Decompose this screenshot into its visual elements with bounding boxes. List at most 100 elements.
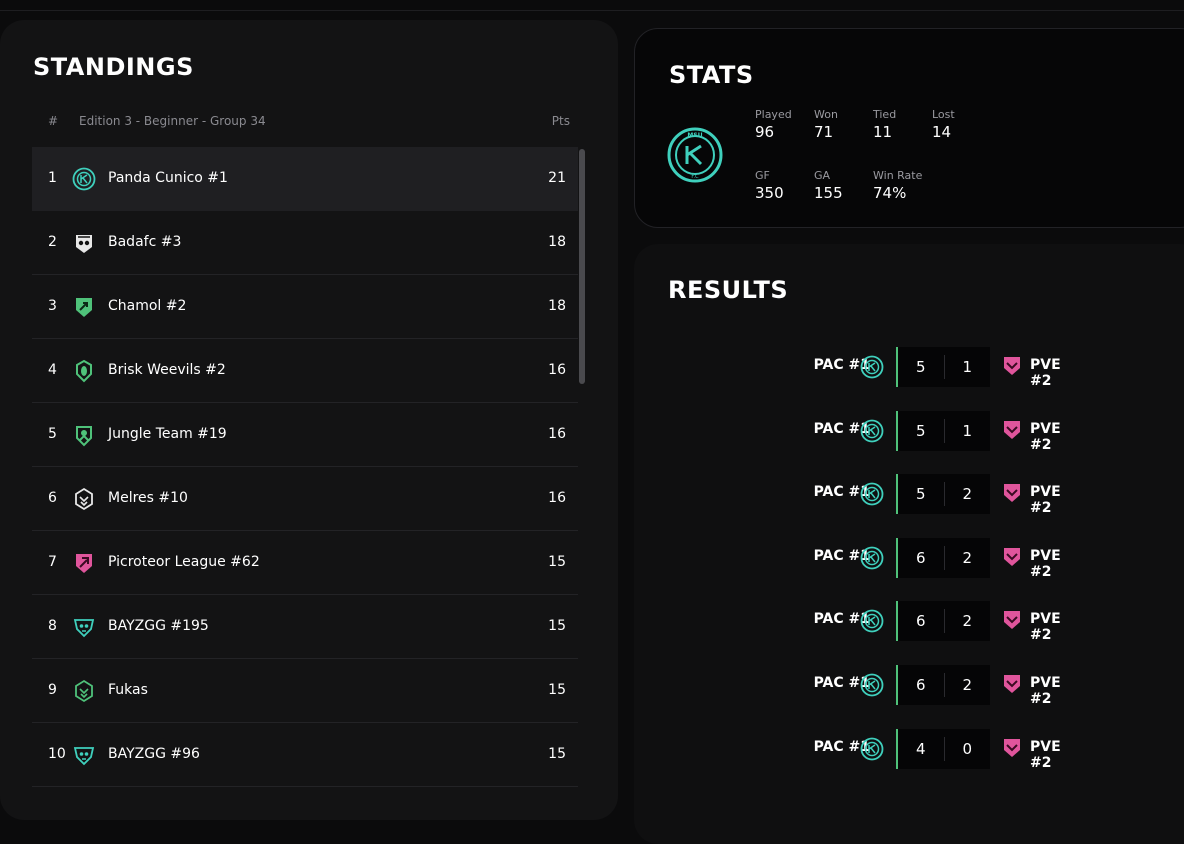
away-score: 1 [962, 421, 973, 440]
standings-row[interactable]: 3 Chamol #2 18 [32, 275, 578, 339]
header-position: # [48, 114, 59, 128]
top-divider [0, 10, 1184, 11]
home-score: 6 [915, 676, 926, 694]
away-score: 0 [962, 739, 973, 758]
team-points: 21 [548, 170, 566, 186]
stats-title: STATS [669, 61, 754, 89]
away-score: 2 [962, 612, 973, 631]
standings-row[interactable]: 5 Jungle Team #19 16 [32, 403, 578, 467]
match-result[interactable]: PAC #1 5 1 PVE #2 [764, 410, 1084, 453]
standings-panel: STANDINGS # Edition 3 - Beginner - Group… [0, 20, 618, 820]
team-points: 15 [548, 746, 566, 762]
team-name: Chamol #2 [108, 298, 187, 314]
team-name: Fukas [108, 682, 148, 698]
away-team: PVE #2 [1030, 675, 1061, 707]
green-hex-crest-icon [72, 679, 96, 703]
team-name: Picroteor League #62 [108, 554, 260, 570]
header-group: Edition 3 - Beginner - Group 34 [79, 114, 266, 128]
away-crest-icon [1002, 737, 1022, 759]
score-box: 51 [896, 410, 990, 451]
score-box: 40 [896, 728, 990, 769]
white-hex-crest-icon [72, 487, 96, 511]
stat-won: Won 71 [814, 108, 838, 141]
team-name: BAYZGG #96 [108, 746, 200, 762]
home-score: 4 [915, 739, 926, 758]
home-crest-icon [860, 482, 884, 506]
teal-skull-crest-icon [72, 615, 96, 639]
row-position: 7 [48, 554, 57, 570]
match-result[interactable]: PAC #1 4 0 PVE #2 [764, 728, 1084, 771]
row-position: 4 [48, 362, 57, 378]
panda-crest-icon [72, 231, 96, 255]
results-panel: RESULTS PAC #1 5 1 PVE #2 PAC #1 5 1 PVE #2 PAC … [634, 244, 1184, 844]
team-name: Jungle Team #19 [108, 426, 227, 442]
match-result[interactable]: PAC #1 6 2 PVE #2 [764, 665, 1084, 707]
stat-gf: GF 350 [755, 169, 784, 202]
away-score: 1 [962, 358, 973, 376]
team-name: Brisk Weevils #2 [108, 362, 226, 378]
green-badge-crest-icon [72, 359, 96, 383]
home-crest-icon [860, 673, 884, 697]
match-result[interactable]: PAC #1 6 2 PVE #2 [764, 537, 1084, 580]
standings-title: STANDINGS [33, 53, 194, 81]
match-result[interactable]: PAC #1 6 2 PVE #2 [764, 601, 1084, 643]
green-jungle-crest-icon [72, 423, 96, 447]
standings-row[interactable]: 6 Melres #10 16 [32, 467, 578, 531]
away-team: PVE #2 [1030, 357, 1061, 389]
match-result[interactable]: PAC #1 5 1 PVE #2 [764, 347, 1084, 389]
row-position: 6 [48, 490, 57, 506]
away-score: 2 [962, 676, 973, 694]
svg-text:F.C: F.C [691, 174, 699, 180]
standings-row[interactable]: 2 Badafc #3 18 [32, 211, 578, 275]
team-points: 18 [548, 298, 566, 314]
stats-panel: STATS MSU F.C Played 96 Won 71 Tied 11 Lost… [634, 28, 1184, 228]
home-crest-icon [860, 546, 884, 570]
stat-ga: GA 155 [814, 169, 843, 202]
svg-text:MSU: MSU [687, 132, 702, 139]
standings-row[interactable]: 8 BAYZGG #195 15 [32, 595, 578, 659]
row-position: 2 [48, 234, 57, 250]
row-position: 3 [48, 298, 57, 314]
row-position: 5 [48, 426, 57, 442]
stat-played: Played 96 [755, 108, 792, 141]
team-points: 15 [548, 682, 566, 698]
match-result[interactable]: PAC #1 5 2 PVE #2 [764, 474, 1084, 516]
team-points: 18 [548, 234, 566, 250]
team-points: 16 [548, 362, 566, 378]
standings-row[interactable]: 7 Picroteor League #62 15 [32, 531, 578, 595]
away-crest-icon [1002, 673, 1022, 695]
home-score: 5 [915, 358, 926, 376]
standings-scrollbar[interactable] [579, 149, 585, 384]
score-box: 51 [896, 347, 990, 387]
score-box: 52 [896, 474, 990, 515]
away-crest-icon [1002, 355, 1022, 377]
home-score: 5 [915, 485, 926, 504]
team-name: Badafc #3 [108, 234, 182, 250]
home-crest-icon [860, 737, 884, 761]
row-position: 8 [48, 618, 57, 634]
home-score: 5 [915, 421, 926, 440]
away-crest-icon [1002, 419, 1022, 441]
away-team: PVE #2 [1030, 547, 1061, 580]
standings-row[interactable]: 1 Panda Cunico #1 21 [32, 147, 578, 211]
teal-skull-crest-icon [72, 743, 96, 767]
green-shield-crest-icon [72, 295, 96, 319]
stat-tied: Tied 11 [873, 108, 897, 141]
away-team: PVE #2 [1030, 420, 1061, 453]
row-position: 10 [48, 746, 66, 762]
score-box: 62 [896, 601, 990, 642]
away-team: PVE #2 [1030, 738, 1061, 771]
home-crest-icon [860, 609, 884, 633]
home-score: 6 [915, 612, 926, 631]
team-name: Melres #10 [108, 490, 188, 506]
standings-row[interactable]: 4 Brisk Weevils #2 16 [32, 339, 578, 403]
results-title: RESULTS [668, 276, 789, 304]
standings-header: # Edition 3 - Beginner - Group 34 Pts [32, 114, 578, 138]
team-points: 15 [548, 618, 566, 634]
msu-fc-crest-icon: MSU F.C [667, 127, 723, 183]
header-points: Pts [551, 114, 570, 128]
stat-win-rate: Win Rate 74% [873, 169, 923, 202]
team-points: 15 [548, 554, 566, 570]
standings-row[interactable]: 10 BAYZGG #96 15 [32, 723, 578, 787]
standings-row[interactable]: 9 Fukas 15 [32, 659, 578, 723]
